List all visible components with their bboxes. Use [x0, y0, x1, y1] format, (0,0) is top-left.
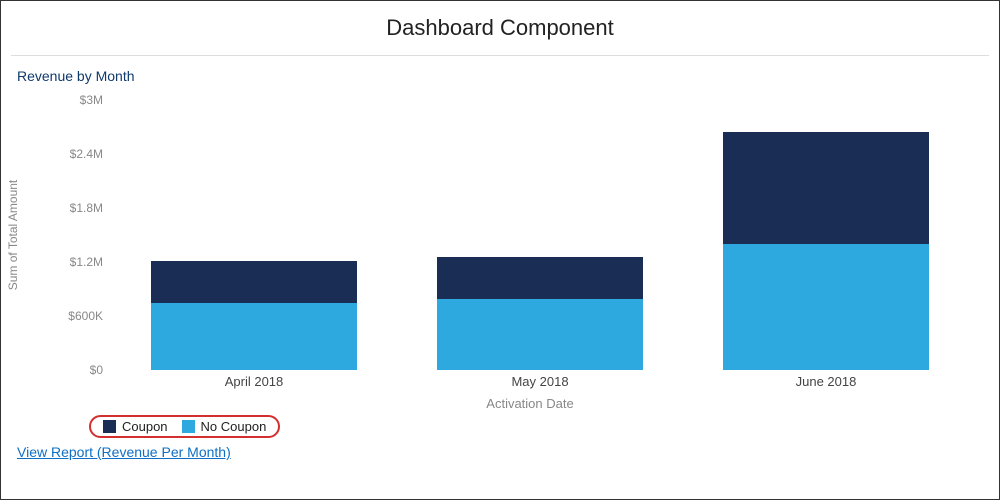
legend-item-coupon[interactable]: Coupon — [103, 419, 168, 434]
bar-segment-coupon[interactable] — [151, 261, 357, 303]
bar-segment-coupon[interactable] — [437, 257, 643, 299]
legend: Coupon No Coupon — [89, 415, 999, 438]
legend-highlight: Coupon No Coupon — [89, 415, 280, 438]
bar[interactable] — [437, 257, 643, 370]
y-tick: $0 — [55, 363, 103, 377]
y-tick: $600K — [55, 309, 103, 323]
bars-container — [111, 100, 969, 370]
legend-label-nocoupon: No Coupon — [201, 419, 267, 434]
view-report-link[interactable]: View Report (Revenue Per Month) — [1, 438, 247, 466]
y-tick: $3M — [55, 93, 103, 107]
x-tick: June 2018 — [723, 374, 929, 389]
bar-segment-nocoupon[interactable] — [151, 303, 357, 370]
page-title: Dashboard Component — [1, 1, 999, 55]
x-axis-label: Activation Date — [61, 396, 999, 411]
y-tick: $1.8M — [55, 201, 103, 215]
y-tick: $2.4M — [55, 147, 103, 161]
legend-item-nocoupon[interactable]: No Coupon — [182, 419, 267, 434]
chart-title: Revenue by Month — [1, 60, 999, 92]
bar[interactable] — [723, 132, 929, 370]
y-axis-label: Sum of Total Amount — [6, 180, 20, 291]
legend-label-coupon: Coupon — [122, 419, 168, 434]
x-tick: May 2018 — [437, 374, 643, 389]
x-ticks: April 2018 May 2018 June 2018 — [111, 370, 969, 389]
bar-segment-nocoupon[interactable] — [723, 244, 929, 370]
swatch-coupon-icon — [103, 420, 116, 433]
bar[interactable] — [151, 261, 357, 370]
chart-area: Sum of Total Amount April 2018May 2018Ju… — [61, 100, 969, 370]
divider — [11, 55, 989, 56]
x-tick: April 2018 — [151, 374, 357, 389]
bar-segment-coupon[interactable] — [723, 132, 929, 244]
y-tick: $1.2M — [55, 255, 103, 269]
swatch-nocoupon-icon — [182, 420, 195, 433]
bar-segment-nocoupon[interactable] — [437, 299, 643, 370]
